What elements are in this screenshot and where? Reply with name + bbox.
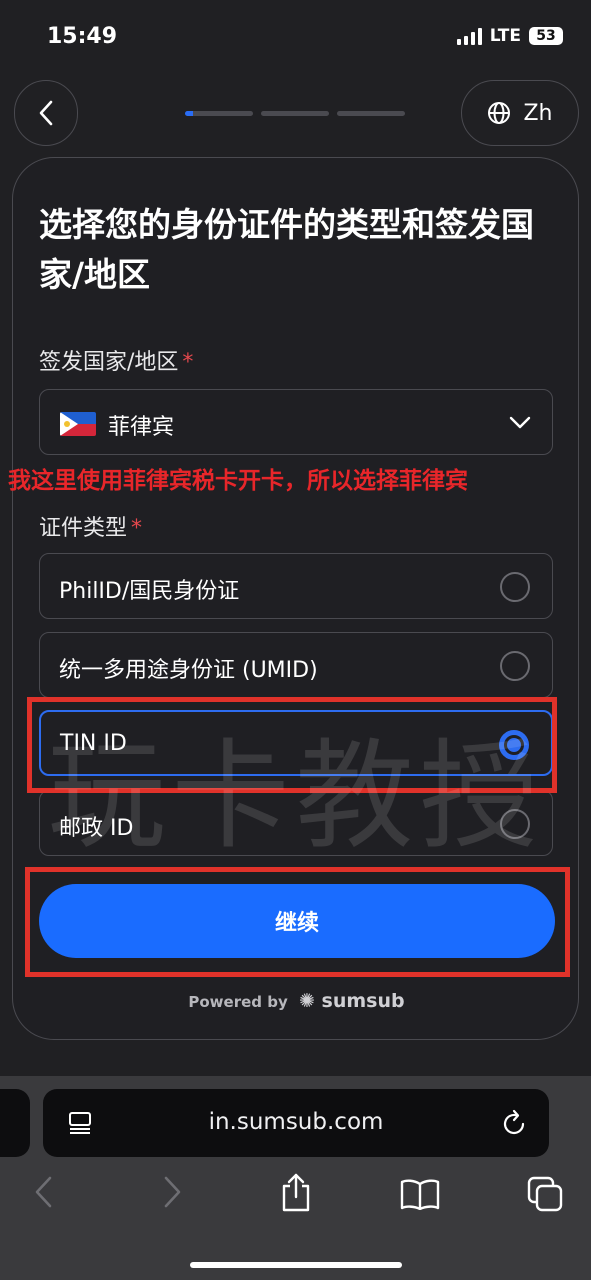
philippines-flag-icon (60, 412, 96, 436)
browser-toolbar: in.sumsub.com (0, 1076, 591, 1280)
country-label-text: 签发国家/地区 (39, 350, 179, 375)
tabs-icon[interactable] (527, 1176, 563, 1212)
sumsub-logo: ✺ sumsub (298, 990, 405, 1012)
progress-step (337, 111, 405, 116)
brand-name: sumsub (321, 990, 405, 1012)
radio-button[interactable] (500, 651, 530, 681)
option-philid[interactable]: PhilID/国民身份证 (39, 553, 553, 619)
document-type-label-text: 证件类型 (39, 516, 128, 541)
back-icon[interactable] (32, 1174, 56, 1210)
option-label: PhilID/国民身份证 (59, 579, 240, 604)
radio-button[interactable] (500, 572, 530, 602)
option-umid[interactable]: 统一多用途身份证 (UMID) (39, 632, 553, 698)
status-bar: 15:49 LTE 53 (0, 0, 591, 70)
home-indicator (190, 1262, 402, 1268)
previous-tab-preview[interactable] (0, 1089, 30, 1157)
page-title: 选择您的身份证件的类型和签发国家/地区 (39, 205, 534, 294)
address-bar[interactable]: in.sumsub.com (43, 1089, 549, 1157)
url-text: in.sumsub.com (208, 1109, 384, 1135)
country-value: 菲律宾 (108, 415, 175, 440)
back-button[interactable] (14, 80, 78, 146)
top-navigation: Zh (0, 80, 591, 148)
step-progress (185, 111, 405, 116)
country-label: 签发国家/地区 * (39, 344, 193, 376)
powered-by-text: Powered by (188, 993, 288, 1011)
battery-icon: 53 (529, 27, 563, 45)
status-indicators: LTE 53 (456, 26, 563, 46)
bookmarks-icon[interactable] (400, 1178, 440, 1210)
signal-icon (456, 27, 482, 45)
chevron-left-icon (39, 100, 53, 126)
highlight-box-continue (25, 867, 570, 977)
powered-by: Powered by ✺ sumsub (13, 990, 580, 1012)
country-select[interactable]: 菲律宾 (39, 389, 553, 455)
required-mark: * (182, 350, 194, 375)
language-label: Zh (523, 100, 553, 126)
progress-step (261, 111, 329, 116)
progress-step (185, 111, 253, 116)
chevron-down-icon (509, 416, 531, 429)
document-type-label: 证件类型 * (39, 510, 142, 542)
reload-icon[interactable] (501, 1109, 527, 1137)
watermark: 玩卡教授 (47, 727, 544, 865)
language-button[interactable]: Zh (461, 80, 579, 146)
option-label: 统一多用途身份证 (UMID) (59, 658, 318, 683)
network-type: LTE (489, 26, 521, 46)
globe-icon (488, 102, 511, 124)
share-icon[interactable] (280, 1172, 312, 1212)
annotation-text: 我这里使用菲律宾税卡开卡，所以选择菲律宾 (8, 468, 468, 494)
status-time: 15:49 (47, 24, 118, 49)
forward-icon[interactable] (160, 1174, 184, 1210)
required-mark: * (131, 516, 143, 541)
